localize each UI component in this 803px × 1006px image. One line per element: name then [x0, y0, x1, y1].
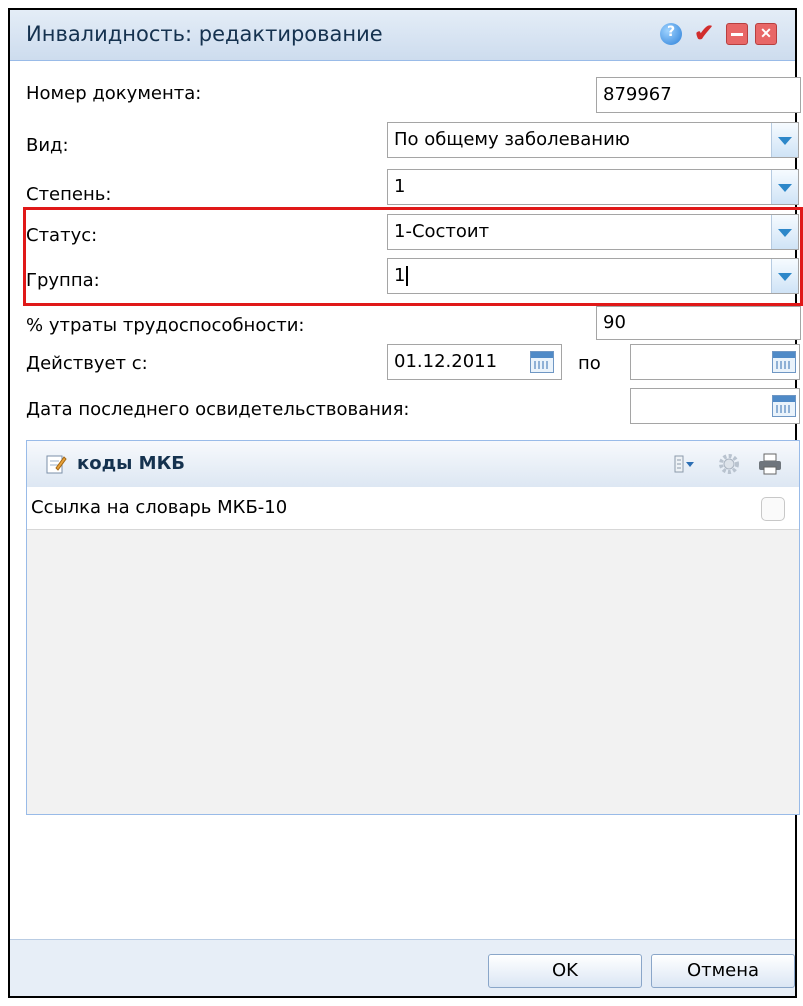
status-dropdown-icon[interactable] [771, 215, 798, 249]
minimize-icon[interactable] [726, 23, 748, 45]
status-value: 1-Состоит [394, 221, 490, 242]
status-select[interactable]: 1-Состоит [387, 214, 799, 250]
window-title: Инвалидность: редактирование [26, 22, 383, 46]
degree-select[interactable]: 1 [387, 169, 799, 205]
edit-document-icon [46, 455, 67, 474]
degree-dropdown-icon[interactable] [771, 170, 798, 204]
last-exam-label: Дата последнего освидетельствования: [26, 399, 410, 420]
work-loss-label: % утраты трудоспособности: [26, 315, 305, 336]
mkb-panel-header: коды МКБ [27, 441, 799, 488]
save-check-icon[interactable]: ✔ [693, 22, 715, 46]
group-label: Группа: [26, 270, 100, 291]
valid-from-calendar-icon[interactable] [527, 347, 555, 377]
degree-value: 1 [394, 176, 406, 197]
mkb-panel-title: коды МКБ [77, 453, 186, 474]
last-exam-calendar-icon[interactable] [769, 391, 797, 421]
mkb-dictionary-row[interactable]: Ссылка на словарь МКБ-10 [27, 487, 799, 530]
doc-number-label: Номер документа: [26, 83, 202, 104]
type-value: По общему заболеванию [394, 129, 630, 150]
window-titlebar[interactable]: Инвалидность: редактирование ✔ ✕ [10, 10, 795, 61]
group-value: 1 [394, 265, 406, 286]
row-checkbox[interactable] [761, 497, 785, 521]
degree-label: Степень: [26, 184, 112, 205]
mkb-dictionary-link[interactable]: Ссылка на словарь МКБ-10 [31, 497, 287, 518]
valid-to-calendar-icon[interactable] [769, 347, 797, 377]
group-select[interactable]: 1 [387, 258, 799, 294]
help-icon[interactable] [660, 23, 682, 45]
type-select[interactable]: По общему заболеванию [387, 122, 799, 158]
close-icon[interactable]: ✕ [755, 23, 777, 45]
text-cursor [406, 266, 409, 286]
mkb-codes-panel: коды МКБ Ссылка на словарь МКБ-10 [26, 440, 800, 815]
type-label: Вид: [26, 135, 69, 156]
ok-button[interactable]: OK [488, 954, 642, 988]
type-dropdown-icon[interactable] [771, 123, 798, 157]
columns-menu-icon[interactable] [673, 455, 697, 473]
group-dropdown-icon[interactable] [771, 259, 798, 293]
doc-number-field[interactable]: 879967 [596, 77, 801, 113]
cancel-button[interactable]: Отмена [651, 954, 795, 988]
last-exam-field[interactable] [630, 388, 800, 424]
valid-to-field[interactable] [630, 344, 800, 380]
disability-edit-window: Инвалидность: редактирование ✔ ✕ Номер д… [8, 8, 803, 998]
valid-from-label: Действует с: [26, 353, 148, 374]
valid-from-field[interactable]: 01.12.2011 [387, 344, 562, 380]
valid-from-value: 01.12.2011 [394, 351, 498, 372]
dialog-footer: OK Отмена [10, 939, 795, 996]
work-loss-field[interactable]: 90 [596, 306, 801, 340]
status-label: Статус: [26, 225, 98, 246]
valid-to-label: по [578, 353, 601, 374]
settings-gear-icon[interactable] [717, 452, 741, 476]
print-icon[interactable] [757, 452, 783, 476]
